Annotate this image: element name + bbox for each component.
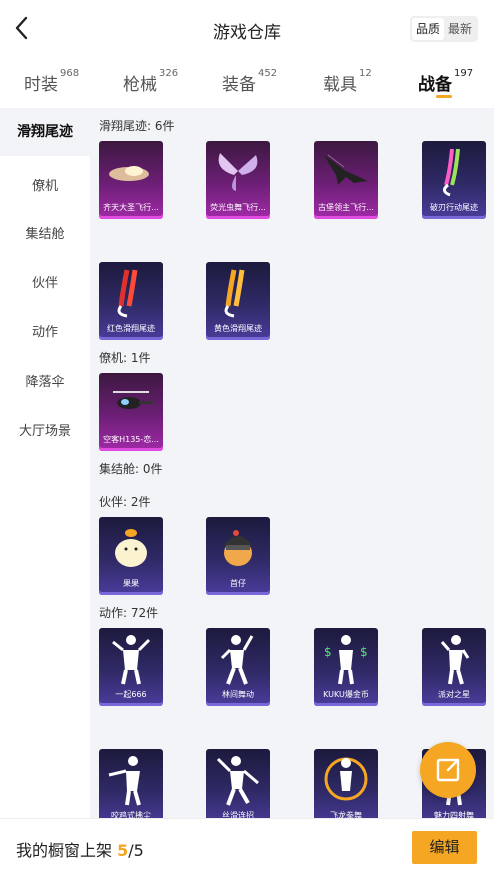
dance-figure-icon	[108, 756, 141, 806]
sidebar-item-partner[interactable]: 伙伴	[0, 272, 90, 291]
sidebar-item-wingman[interactable]: 僚机	[0, 175, 90, 194]
item-card[interactable]: 一起666	[99, 628, 163, 706]
rainbow-trail-icon	[443, 148, 460, 197]
section-title-partner: 伙伴: 2件	[99, 495, 151, 509]
dance-figure-icon	[216, 756, 259, 806]
item-card[interactable]: 黄色滑翔尾迹	[206, 262, 270, 340]
item-card[interactable]: 咬鸡式拂尘	[99, 749, 163, 818]
item-card[interactable]: 古堡领主飞行...	[314, 141, 378, 219]
active-tab-indicator	[436, 95, 452, 98]
item-card[interactable]: $ $ KUKU爆金币	[314, 628, 378, 706]
category-tabs: 时装968 枪械326 装备452 载具12 战备197	[0, 58, 494, 106]
section-title-wingman: 僚机: 1件	[99, 351, 151, 365]
top-bar: 游戏仓库 品质 最新	[0, 0, 494, 58]
item-card[interactable]: 齐天大圣飞行...	[99, 141, 163, 219]
svg-text:$: $	[324, 645, 332, 659]
section-title-trail: 滑翔尾迹: 6件	[99, 119, 175, 133]
item-card[interactable]: 林间舞动	[206, 628, 270, 706]
tab-weapons[interactable]: 枪械326	[123, 68, 178, 95]
item-card[interactable]: 派对之星	[422, 628, 486, 706]
item-grid: 滑翔尾迹: 6件 齐天大圣飞行... 荧光虫舞飞行... 古堡领主飞行... 破…	[90, 108, 494, 818]
dragon-dance-icon	[324, 757, 368, 801]
share-fab[interactable]	[420, 742, 476, 798]
tab-combat-supplies[interactable]: 战备197	[418, 68, 473, 95]
item-card[interactable]: 荧光虫舞飞行...	[206, 141, 270, 219]
showcase-bar: 我的橱窗上架 5/5 编辑	[0, 818, 494, 875]
sidebar-item-parachute[interactable]: 降落伞	[0, 371, 90, 390]
edit-button[interactable]: 编辑	[412, 831, 477, 864]
sidebar-item-emote[interactable]: 动作	[0, 321, 90, 340]
item-card[interactable]: 果果	[99, 517, 163, 595]
helicopter-icon	[113, 391, 153, 409]
item-card[interactable]: 首仔	[206, 517, 270, 595]
cloud-trail-icon	[109, 166, 149, 181]
dance-figure-icon	[440, 635, 470, 685]
sidebar-item-lobby-scene[interactable]: 大厅场景	[0, 420, 90, 439]
sidebar-item-glide-trail[interactable]: 滑翔尾迹	[0, 108, 90, 156]
item-card[interactable]: 空客H135-恋...	[99, 373, 163, 451]
dance-figure-icon	[112, 635, 151, 685]
item-card[interactable]: 红色滑翔尾迹	[99, 262, 163, 340]
helmet-partner-icon	[224, 530, 252, 566]
section-title-rally-pod: 集结舱: 0件	[99, 462, 163, 476]
tab-fashion[interactable]: 时装968	[24, 68, 79, 95]
sidebar: 滑翔尾迹 僚机 集结舱 伙伴 动作 降落伞 大厅场景	[0, 108, 90, 818]
red-trail-icon	[117, 269, 138, 318]
item-card[interactable]: 破刃行动尾迹	[422, 141, 486, 219]
tab-vehicles[interactable]: 载具12	[323, 68, 372, 95]
dance-figure-icon	[220, 635, 254, 685]
item-card[interactable]: 丝滑连招	[206, 749, 270, 818]
tab-equipment[interactable]: 装备452	[222, 68, 277, 95]
butterfly-icon	[218, 153, 258, 191]
external-link-icon	[436, 758, 460, 782]
bat-wing-icon	[324, 154, 368, 185]
item-card[interactable]: 飞龙拳舞	[314, 749, 378, 818]
showcase-status: 我的橱窗上架 5/5	[16, 841, 144, 860]
sort-option-newest[interactable]: 最新	[444, 18, 476, 40]
yellow-trail-icon	[224, 269, 245, 318]
chick-partner-icon	[115, 529, 147, 567]
sidebar-item-rally-pod[interactable]: 集结舱	[0, 223, 90, 242]
sort-toggle[interactable]: 品质 最新	[409, 16, 478, 42]
sort-option-quality[interactable]: 品质	[411, 18, 444, 40]
money-dance-icon: $ $	[324, 635, 368, 685]
svg-text:$: $	[360, 645, 368, 659]
section-title-emote: 动作: 72件	[99, 606, 159, 620]
